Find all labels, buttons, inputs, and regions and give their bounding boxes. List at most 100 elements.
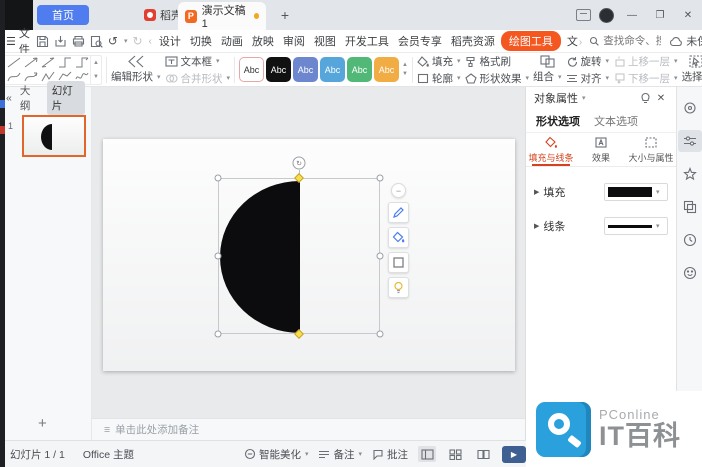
shape-elbow-connector-icon[interactable] (56, 56, 73, 70)
undo-dropdown-caret[interactable]: ▾ (124, 37, 128, 45)
document-tab[interactable]: P 演示文稿1 (178, 2, 266, 30)
shape-double-arrow-icon[interactable] (39, 56, 56, 70)
notes-bar[interactable]: ≡ 单击此处添加备注 (92, 418, 525, 440)
fill-row-label[interactable]: ▶ 填充 (534, 184, 565, 200)
tab-view[interactable]: 视图 (314, 33, 336, 49)
text-box-button[interactable]: 文本框▾ (165, 54, 231, 69)
edit-shape-group[interactable]: 编辑形状▾ (111, 55, 161, 84)
recommend-button[interactable] (388, 277, 409, 298)
command-search[interactable] (589, 35, 661, 47)
slide-sorter-view-button[interactable] (446, 446, 464, 462)
print-preview-button[interactable] (90, 35, 103, 48)
shape-options-tab[interactable]: 形状选项 (536, 113, 580, 129)
resize-handle-se[interactable] (377, 331, 384, 338)
menu-collapse-icon[interactable]: ‹ (148, 36, 153, 47)
new-tab-button[interactable]: + (276, 6, 294, 24)
pin-icon[interactable] (640, 92, 651, 104)
tab-docer-resources[interactable]: 稻壳资源 (451, 33, 495, 49)
outline-tab[interactable]: 大纲 (20, 83, 39, 113)
style-scroll-down-icon[interactable]: ▼ (402, 71, 408, 77)
tab-developer[interactable]: 开发工具 (345, 33, 389, 49)
style-chip[interactable]: Abc (374, 57, 399, 82)
bring-forward-button[interactable]: 上移一层▾ (613, 54, 678, 69)
tab-slideshow[interactable]: 放映 (252, 33, 274, 49)
export-button[interactable] (54, 35, 67, 48)
search-input[interactable] (603, 35, 661, 47)
shape-gallery-scroll[interactable]: ▲ ▼ (90, 56, 101, 84)
add-slide-button[interactable]: + (38, 415, 47, 432)
comments-button[interactable]: 批注 (372, 447, 408, 462)
tab-design[interactable]: 设计 (159, 33, 181, 49)
smart-beautify-button[interactable]: 智能美化 ▾ (244, 447, 309, 462)
tab-drawing-tools-active[interactable]: 绘图工具 (501, 31, 561, 51)
gallery-scroll-down-icon[interactable]: ▼ (93, 74, 99, 80)
shape-elbow-arrow-icon[interactable] (73, 56, 90, 70)
style-brush-button[interactable] (388, 202, 409, 223)
message-icon[interactable] (576, 9, 591, 21)
minimize-button[interactable]: — (622, 5, 642, 25)
resize-handle-e[interactable] (377, 253, 384, 260)
undo-button[interactable]: ↺ (108, 34, 118, 48)
style-chip[interactable]: Abc (293, 57, 318, 82)
select-button[interactable]: 选择▾ (682, 55, 702, 84)
redo-button[interactable]: ↻ (132, 34, 142, 48)
format-painter-button[interactable]: 格式刷 (465, 54, 530, 69)
slide-canvas[interactable]: ↻ − (92, 87, 525, 418)
feedback-button[interactable] (678, 262, 702, 284)
outline-color-button[interactable] (388, 252, 409, 273)
tab-transition[interactable]: 切换 (190, 33, 212, 49)
slides-tab-active[interactable]: 幻灯片 (47, 81, 85, 115)
collapse-panel-icon[interactable]: « (6, 92, 12, 104)
resize-handle-nw[interactable] (215, 175, 222, 182)
notes-button[interactable]: 备注 ▾ (318, 447, 362, 462)
send-backward-button[interactable]: 下移一层▾ (613, 71, 678, 86)
quick-style-button[interactable] (678, 97, 702, 119)
outline-button[interactable]: 轮廓▾ (417, 71, 461, 86)
close-panel-icon[interactable]: ✕ (654, 91, 668, 105)
tab-member[interactable]: 会员专享 (398, 33, 442, 49)
rotate-button[interactable]: 旋转▾ (566, 54, 610, 69)
object-properties-button-active[interactable] (678, 130, 702, 152)
tab-overflow[interactable]: 文› (567, 33, 583, 49)
line-row-label[interactable]: ▶ 线条 (534, 218, 565, 234)
style-chip[interactable]: Abc (266, 57, 291, 82)
rotation-handle[interactable]: ↻ (293, 157, 306, 170)
size-properties-subtab[interactable]: 大小与属性 (626, 133, 676, 166)
style-scroll-up-icon[interactable]: ▲ (402, 62, 408, 68)
gallery-scroll-up-icon[interactable]: ▲ (93, 60, 99, 66)
text-options-tab[interactable]: 文本选项 (594, 113, 638, 129)
save-button[interactable] (36, 35, 49, 48)
save-status[interactable]: 未保存 (669, 33, 702, 49)
fill-line-subtab[interactable]: 填充与线条 (526, 133, 576, 166)
maximize-button[interactable]: ❐ (650, 5, 670, 25)
resize-handle-ne[interactable] (377, 175, 384, 182)
merge-shapes-button[interactable]: 合并形状▾ (165, 71, 231, 86)
expand-triangle-icon[interactable]: ▶ (534, 222, 539, 230)
fill-color-dropdown[interactable]: ▾ (604, 183, 668, 201)
semicircle-shape[interactable] (219, 179, 381, 335)
resize-handle-w[interactable] (215, 253, 222, 260)
style-gallery-scroll[interactable]: ▲ ▼ (401, 62, 408, 77)
shape-curve-icon[interactable] (5, 70, 22, 84)
tab-animation[interactable]: 动画 (221, 33, 243, 49)
slideshow-play-button[interactable]: ▶ (502, 446, 526, 463)
collapse-toolbar-button[interactable]: − (391, 183, 406, 198)
home-tab-button[interactable]: 首页 (37, 5, 89, 25)
line-style-dropdown[interactable]: ▾ (604, 217, 668, 235)
style-chip[interactable]: Abc (320, 57, 345, 82)
normal-view-button[interactable] (418, 446, 436, 462)
user-avatar[interactable] (599, 8, 614, 23)
theme-name[interactable]: Office 主题 (83, 447, 134, 462)
print-button[interactable] (72, 35, 85, 48)
panel-title-caret-icon[interactable]: ▾ (582, 94, 586, 102)
shape-arrow-icon[interactable] (22, 56, 39, 70)
effects-subtab[interactable]: 效果 (576, 133, 626, 166)
shape-curve-arrow-icon[interactable] (22, 70, 39, 84)
shape-selection-box[interactable] (218, 178, 380, 334)
slide-thumbnail-selected[interactable] (22, 115, 86, 157)
reading-view-button[interactable] (474, 446, 492, 462)
align-button[interactable]: 对齐▾ (566, 71, 610, 86)
help-button[interactable] (678, 229, 702, 251)
beautify-star-button[interactable] (678, 163, 702, 185)
style-chip[interactable]: Abc (239, 57, 264, 82)
